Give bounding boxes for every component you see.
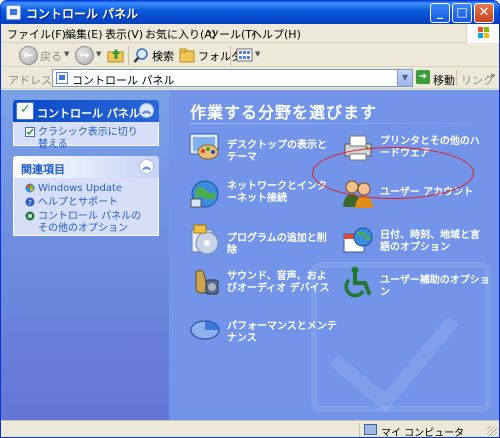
see-also-panel-header[interactable]: 関連項目 ︽ xyxy=(13,156,159,178)
help-icon: ? xyxy=(25,197,35,207)
address-field[interactable]: コントロール パネル ▼ xyxy=(52,69,413,87)
status-bar: マイ コンピュータ xyxy=(1,420,499,438)
category-heading: 作業する分野を選びます xyxy=(190,103,378,122)
content-area: コントロール パネル ︽ クラシック表示に切り替える 関連項目 ︽ Window… xyxy=(1,90,499,420)
category-sounds-audio-label[interactable]: サウンド、音声、およびオーディオ デバイス xyxy=(227,271,331,295)
accessibility-icon[interactable] xyxy=(341,264,375,298)
category-display-themes-label[interactable]: デスクトップの表示とテーマ xyxy=(227,140,327,164)
classic-view-icon xyxy=(25,127,35,137)
go-arrow-icon[interactable]: ➔ xyxy=(416,70,430,84)
address-dropdown-button[interactable]: ▼ xyxy=(397,70,412,86)
resize-grip[interactable] xyxy=(487,426,497,436)
views-dropdown-icon[interactable]: ▼ xyxy=(255,50,260,58)
maximize-button[interactable]: □ xyxy=(452,3,472,23)
help-support-label[interactable]: ヘルプとサポート xyxy=(25,197,147,209)
toolbar: ← 戻る ▼ → ▼ 検索 フォルダ ▼ xyxy=(1,43,499,67)
control-panel-icon xyxy=(6,5,21,20)
other-options-icon xyxy=(25,211,35,221)
control-panel-panel-header[interactable]: コントロール パネル ︽ xyxy=(13,100,159,122)
network-internet-icon[interactable] xyxy=(188,177,222,211)
address-bar: アドレス(D) コントロール パネル ▼ ➔ 移動 リンク » xyxy=(1,67,499,89)
views-icon[interactable] xyxy=(236,48,253,62)
status-divider xyxy=(359,423,360,437)
sounds-audio-icon[interactable] xyxy=(188,264,222,298)
category-date-time-language-label[interactable]: 日付、時刻、地域と言語のオプション xyxy=(380,230,484,254)
search-button-label[interactable]: 検索 xyxy=(152,48,174,64)
menu-favorites[interactable]: お気に入り(A) xyxy=(145,26,216,42)
add-remove-programs-icon[interactable] xyxy=(188,222,222,256)
close-button[interactable]: ✕ xyxy=(474,3,494,23)
date-time-language-icon[interactable] xyxy=(341,224,375,258)
windows-logo xyxy=(466,24,499,43)
address-value[interactable]: コントロール パネル xyxy=(72,72,175,88)
links-separator xyxy=(456,70,457,86)
folders-icon[interactable] xyxy=(179,47,196,64)
switch-classic-view-link[interactable]: クラシック表示に切り替える xyxy=(25,127,147,151)
svg-text:?: ? xyxy=(28,199,32,207)
windows-update-icon xyxy=(25,183,35,193)
category-network-internet[interactable]: ネットワークとインターネット接続 xyxy=(227,181,327,205)
task-pane: コントロール パネル ︽ クラシック表示に切り替える 関連項目 ︽ Window… xyxy=(1,90,169,420)
display-themes-icon[interactable] xyxy=(188,130,222,164)
back-dropdown-icon[interactable]: ▼ xyxy=(64,50,69,58)
control-panel-panel-body: クラシック表示に切り替える xyxy=(13,122,159,150)
other-options-link[interactable]: コントロール パネルのその他のオプション xyxy=(25,211,147,235)
window-title: コントロール パネル xyxy=(26,7,139,21)
forward-arrow-icon[interactable]: → xyxy=(75,46,94,65)
category-accessibility[interactable]: ユーザー補助のオプション xyxy=(380,275,490,299)
control-panel-window: コントロール パネル _ □ ✕ ファイル(F) 編集(E) 表示(V) お気に… xyxy=(0,0,500,438)
up-folder-icon[interactable] xyxy=(107,47,124,64)
menu-edit[interactable]: 編集(E) xyxy=(65,26,103,42)
collapse-chevron-icon[interactable]: ︽ xyxy=(139,103,154,118)
heading-rule xyxy=(190,123,490,124)
category-performance-maintenance-label[interactable]: パフォーマンスとメンテナンス xyxy=(227,321,337,345)
menu-file[interactable]: ファイル(F) xyxy=(7,26,66,42)
other-options-label[interactable]: コントロール パネルのその他のオプション xyxy=(25,211,147,235)
control-panel-small-icon xyxy=(56,72,68,84)
see-also-panel-body: Windows Update ? ヘルプとサポート コントロール パネルのその他… xyxy=(13,178,159,236)
back-button-label[interactable]: 戻る xyxy=(40,48,62,64)
category-network-internet-label[interactable]: ネットワークとインターネット接続 xyxy=(227,181,327,205)
category-performance-maintenance[interactable]: パフォーマンスとメンテナンス xyxy=(227,321,337,345)
category-add-remove-programs[interactable]: プログラムの追加と削除 xyxy=(227,233,327,257)
menu-help[interactable]: ヘルプ(H) xyxy=(251,26,301,42)
category-sounds-audio[interactable]: サウンド、音声、およびオーディオ デバイス xyxy=(227,271,331,295)
see-also-title: 関連項目 xyxy=(21,163,65,176)
performance-maintenance-icon[interactable] xyxy=(188,310,222,344)
links-chevron-icon[interactable]: » xyxy=(490,71,496,81)
category-date-time-language[interactable]: 日付、時刻、地域と言語のオプション xyxy=(380,230,484,254)
category-accessibility-label[interactable]: ユーザー補助のオプション xyxy=(380,275,490,299)
menu-bar: ファイル(F) 編集(E) 表示(V) お気に入り(A) ツール(T) ヘルプ(… xyxy=(1,24,499,43)
forward-dropdown-icon[interactable]: ▼ xyxy=(96,50,101,58)
panel-title: コントロール パネル xyxy=(37,107,140,120)
collapse-chevron-icon[interactable]: ︽ xyxy=(139,159,154,174)
toolbar-separator xyxy=(128,46,129,65)
category-display-themes[interactable]: デスクトップの表示とテーマ xyxy=(227,140,327,164)
menu-view[interactable]: 表示(V) xyxy=(105,26,143,42)
category-add-remove-programs-label[interactable]: プログラムの追加と削除 xyxy=(227,233,327,257)
windows-update-link[interactable]: Windows Update xyxy=(25,183,147,195)
my-computer-icon xyxy=(364,424,377,435)
status-text: マイ コンピュータ xyxy=(381,428,465,438)
go-button-label[interactable]: 移動 xyxy=(433,72,455,88)
back-arrow-icon[interactable]: ← xyxy=(19,46,38,65)
windows-flag-icon xyxy=(478,27,490,39)
switch-classic-view-label[interactable]: クラシック表示に切り替える xyxy=(25,127,147,151)
control-panel-check-icon xyxy=(16,102,34,120)
menu-tools[interactable]: ツール(T) xyxy=(208,26,256,42)
windows-update-label[interactable]: Windows Update xyxy=(25,183,147,195)
help-support-link[interactable]: ? ヘルプとサポート xyxy=(25,197,147,209)
title-bar[interactable]: コントロール パネル _ □ ✕ xyxy=(1,1,499,24)
highlight-oval xyxy=(312,147,474,199)
toolbar-separator xyxy=(230,46,231,65)
search-icon[interactable] xyxy=(133,47,150,64)
minimize-button[interactable]: _ xyxy=(430,3,450,23)
